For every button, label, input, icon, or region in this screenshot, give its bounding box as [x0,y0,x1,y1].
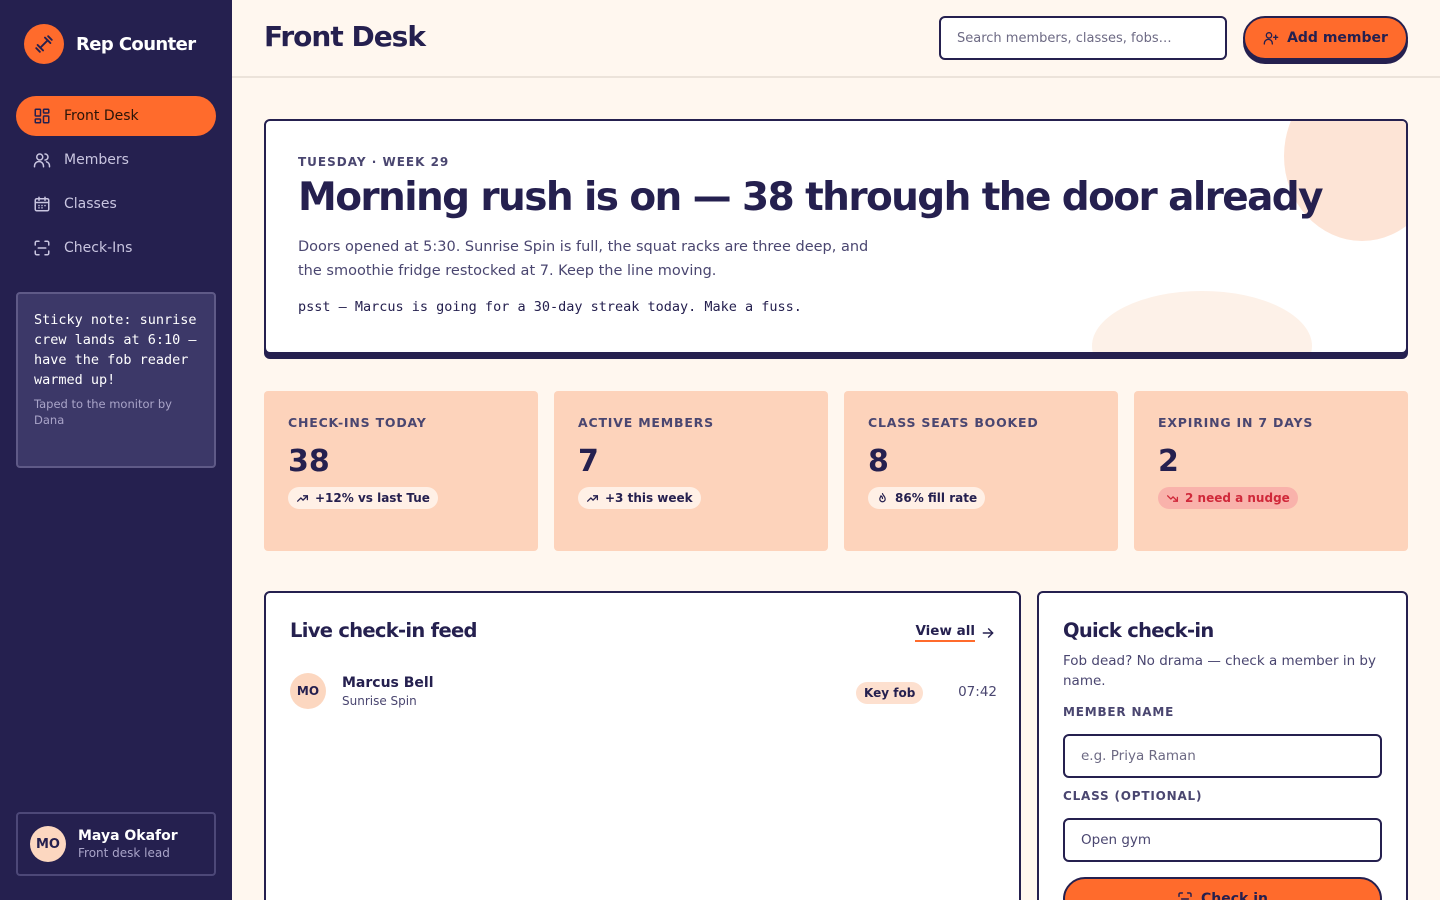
dashboard-grid-icon [32,106,52,126]
live-check-in-feed: Live check-in feed View all MO Marcus Be… [264,591,1021,900]
users-icon [32,150,52,170]
arrow-right-icon [981,626,995,640]
sticky-note-text: Sticky note: sunrise crew lands at 6:10 … [34,312,197,388]
hero-eyebrow: TUESDAY · WEEK 29 [298,155,450,169]
stat-badge-text: 86% fill rate [895,491,978,505]
feed-row[interactable]: MO Marcus Bell Sunrise Spin Key fob 07:4… [290,673,997,711]
hero-psst-note: psst — Marcus is going for a 30-day stre… [298,299,802,315]
avatar: MO [30,826,66,862]
add-member-label: Add member [1287,30,1388,46]
stat-badge-text: 2 need a nudge [1185,491,1290,505]
brand[interactable]: Rep Counter [24,24,196,64]
search-input[interactable] [939,16,1227,60]
top-bar: Front Desk Add member [232,0,1440,78]
flame-icon [876,492,889,505]
member-class: Sunrise Spin [342,694,417,708]
stat-value: 7 [578,444,599,479]
stat-badge-text: +3 this week [605,491,693,505]
hero-body: Doors opened at 5:30. Sunrise Spin is fu… [298,239,869,279]
sidebar-nav: Front Desk Members Classes Check-Ins [16,96,216,272]
sticky-note: Sticky note: sunrise crew lands at 6:10 … [16,292,216,468]
class-field[interactable] [1063,818,1382,862]
class-label: CLASS (OPTIONAL) [1063,789,1203,803]
stat-value: 8 [868,444,889,479]
stat-card-active-members: ACTIVE MEMBERS 7 +3 this week [554,391,828,551]
dumbbell-icon [24,24,64,64]
scan-icon [1177,891,1193,900]
stat-label: CLASS SEATS BOOKED [868,415,1039,430]
add-member-button[interactable]: Add member [1243,16,1408,60]
check-in-time: 07:42 [958,684,997,700]
sidebar-item-label: Front Desk [64,108,139,124]
member-name-label: MEMBER NAME [1063,705,1175,719]
page-title: Front Desk [264,20,426,53]
stat-card-check-ins: CHECK-INS TODAY 38 +12% vs last Tue [264,391,538,551]
stat-badge-text: +12% vs last Tue [315,491,430,505]
stat-label: CHECK-INS TODAY [288,415,427,430]
trend-up-icon [296,492,309,505]
sidebar-item-label: Classes [64,196,117,212]
sidebar-item-check-ins[interactable]: Check-Ins [16,228,216,268]
check-in-label: Check in [1201,891,1268,900]
stat-badge: +12% vs last Tue [288,487,438,509]
member-name: Marcus Bell [342,675,434,691]
decorative-blob [1092,291,1312,352]
stat-value: 2 [1158,444,1179,479]
user-card[interactable]: MO Maya Okafor Front desk lead [16,812,216,876]
hero-title: Morning rush is on — 38 through the door… [298,175,1324,220]
stat-label: ACTIVE MEMBERS [578,415,714,430]
stat-badge-warning: 2 need a nudge [1158,487,1298,509]
stat-badge: +3 this week [578,487,701,509]
stat-card-class-seats: CLASS SEATS BOOKED 8 86% fill rate [844,391,1118,551]
avatar: MO [290,673,326,709]
scan-icon [32,238,52,258]
sticky-note-author: Taped to the monitor by Dana [34,397,172,427]
sidebar: Rep Counter Front Desk Members Classes C… [0,0,232,900]
feed-title: Live check-in feed [290,619,477,642]
view-all-link[interactable]: View all [915,623,995,642]
user-name: Maya Okafor [78,828,178,844]
sidebar-item-classes[interactable]: Classes [16,184,216,224]
stat-value: 38 [288,444,330,479]
stat-label: EXPIRING IN 7 DAYS [1158,415,1314,430]
sidebar-item-front-desk[interactable]: Front Desk [16,96,216,136]
trend-down-icon [1166,492,1179,505]
hero-card: TUESDAY · WEEK 29 Morning rush is on — 3… [264,119,1408,354]
quick-check-in-title: Quick check-in [1063,619,1214,642]
sidebar-item-label: Check-Ins [64,240,133,256]
quick-check-in-description: Fob dead? No drama — check a member in b… [1063,653,1376,689]
member-name-field[interactable] [1063,734,1382,778]
view-all-label: View all [915,623,975,642]
check-in-method-badge: Key fob [856,682,924,704]
calendar-icon [32,194,52,214]
brand-name: Rep Counter [76,33,196,55]
sidebar-item-label: Members [64,152,129,168]
stat-card-expiring: EXPIRING IN 7 DAYS 2 2 need a nudge [1134,391,1408,551]
sidebar-item-members[interactable]: Members [16,140,216,180]
quick-check-in-panel: Quick check-in Fob dead? No drama — chec… [1037,591,1408,900]
stat-badge: 86% fill rate [868,487,986,509]
user-role: Front desk lead [78,846,170,860]
user-plus-icon [1263,30,1279,46]
trend-up-icon [586,492,599,505]
check-in-button[interactable]: Check in [1063,877,1382,900]
